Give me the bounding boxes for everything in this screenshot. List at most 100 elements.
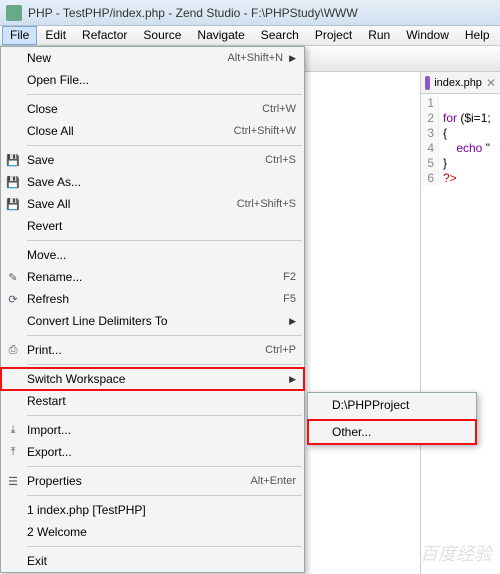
menu-item-label: Export... (27, 445, 296, 459)
window-title: PHP - TestPHP/index.php - Zend Studio - … (28, 6, 358, 20)
menu-item[interactable]: Revert (1, 215, 304, 237)
menu-navigate[interactable]: Navigate (189, 26, 252, 45)
menu-item-label: Revert (27, 219, 296, 233)
menu-item-shortcut: Ctrl+W (262, 103, 296, 115)
code-text: ?> (439, 171, 457, 186)
menu-item[interactable]: ☰ PropertiesAlt+Enter (1, 470, 304, 492)
menu-item-label: Save (27, 153, 265, 167)
menu-item-icon: ☰ (5, 473, 21, 489)
file-menu-dropdown: NewAlt+Shift+N▶Open File...CloseCtrl+WCl… (0, 46, 305, 573)
close-tab-icon[interactable]: ✕ (486, 76, 496, 90)
code-text: } (439, 156, 447, 171)
menu-item[interactable]: Exit (1, 550, 304, 572)
menu-item-icon: 💾 (5, 196, 21, 212)
menu-item-shortcut: Ctrl+S (265, 154, 296, 166)
menu-window[interactable]: Window (398, 26, 457, 45)
menu-item-label: Move... (27, 248, 296, 262)
php-file-icon (425, 76, 430, 90)
menu-separator (27, 546, 302, 547)
menu-item-icon: ⤓ (5, 422, 21, 438)
submenu-item[interactable]: Other... (308, 420, 476, 444)
menubar: FileEditRefactorSourceNavigateSearchProj… (0, 26, 500, 46)
submenu-item[interactable]: D:\PHPProject (308, 393, 476, 417)
menu-item-shortcut: F2 (283, 271, 296, 283)
code-text: { (439, 126, 447, 141)
menu-separator (27, 335, 302, 336)
menu-item[interactable]: 💾 SaveCtrl+S (1, 149, 304, 171)
menu-item-label: Close All (27, 124, 234, 138)
line-number: 1 (421, 96, 439, 111)
menu-item[interactable]: Open File... (1, 69, 304, 91)
menu-run[interactable]: Run (360, 26, 398, 45)
menu-item[interactable]: ✎Rename...F2 (1, 266, 304, 288)
menu-help[interactable]: Help (457, 26, 498, 45)
menu-item[interactable]: Convert Line Delimiters To▶ (1, 310, 304, 332)
menu-separator (27, 94, 302, 95)
menu-item-label: Refresh (27, 292, 283, 306)
menu-item-label: Import... (27, 423, 296, 437)
menu-source[interactable]: Source (135, 26, 189, 45)
menu-file[interactable]: File (2, 26, 37, 45)
menu-item-label: Save All (27, 197, 237, 211)
menu-separator (27, 145, 302, 146)
menu-item[interactable]: ⟳ RefreshF5 (1, 288, 304, 310)
submenu-arrow-icon: ▶ (289, 316, 296, 327)
menu-item[interactable]: ⤓ Import... (1, 419, 304, 441)
menu-separator (27, 240, 302, 241)
menu-item[interactable]: ⤒Export... (1, 441, 304, 463)
editor-panel: index.php ✕ 12for ($i=1;3{4 echo "5}6?> (420, 72, 500, 574)
menu-item[interactable]: 💾Save AllCtrl+Shift+S (1, 193, 304, 215)
code-area[interactable]: 12for ($i=1;3{4 echo "5}6?> (421, 94, 500, 188)
menu-search[interactable]: Search (253, 26, 307, 45)
menu-item-label: Properties (27, 474, 250, 488)
menu-item[interactable]: 1 index.php [TestPHP] (1, 499, 304, 521)
menu-refactor[interactable]: Refactor (74, 26, 135, 45)
menu-edit[interactable]: Edit (37, 26, 74, 45)
menu-separator (27, 466, 302, 467)
menu-item-shortcut: Alt+Shift+N (227, 52, 283, 64)
menu-item-shortcut: Alt+Enter (250, 475, 296, 487)
menu-item-icon: ⟳ (5, 291, 21, 307)
menu-item-shortcut: Ctrl+Shift+W (234, 125, 296, 137)
menu-item-label: Switch Workspace (27, 372, 283, 386)
menu-item-label: Print... (27, 343, 265, 357)
menu-separator (27, 364, 302, 365)
line-number: 6 (421, 171, 439, 186)
code-line: 2for ($i=1; (421, 111, 500, 126)
menu-item[interactable]: Move... (1, 244, 304, 266)
menu-project[interactable]: Project (307, 26, 360, 45)
menu-item[interactable]: Close AllCtrl+Shift+W (1, 120, 304, 142)
app-icon (6, 5, 22, 21)
line-number: 5 (421, 156, 439, 171)
line-number: 4 (421, 141, 439, 156)
menu-separator (27, 495, 302, 496)
menu-item-label: New (27, 51, 227, 65)
menu-item[interactable]: CloseCtrl+W (1, 98, 304, 120)
menu-separator (27, 415, 302, 416)
submenu-arrow-icon: ▶ (289, 53, 296, 64)
submenu-arrow-icon: ▶ (289, 374, 296, 385)
code-line: 6?> (421, 171, 500, 186)
code-text (439, 96, 443, 111)
code-text: echo " (439, 141, 490, 156)
menu-item-icon: 💾 (5, 174, 21, 190)
editor-tab-label[interactable]: index.php (434, 77, 482, 89)
line-number: 3 (421, 126, 439, 141)
menu-item[interactable]: ⎙Print...Ctrl+P (1, 339, 304, 361)
menu-item-label: Open File... (27, 73, 296, 87)
menu-item[interactable]: Switch Workspace ▶ (1, 368, 304, 390)
menu-item-icon: 💾 (5, 152, 21, 168)
code-text: for ($i=1; (439, 111, 491, 126)
menu-item-label: Save As... (27, 175, 296, 189)
menu-item[interactable]: Restart (1, 390, 304, 412)
menu-item-shortcut: Ctrl+P (265, 344, 296, 356)
menu-item-label: 2 Welcome (27, 525, 296, 539)
menu-item[interactable]: 💾 Save As... (1, 171, 304, 193)
switch-workspace-submenu: D:\PHPProject Other... (307, 392, 477, 445)
code-line: 4 echo " (421, 141, 500, 156)
menu-item-shortcut: F5 (283, 293, 296, 305)
menu-item-label: Rename... (27, 270, 283, 284)
menu-item[interactable]: NewAlt+Shift+N ▶ (1, 47, 304, 69)
menu-item-label: Close (27, 102, 262, 116)
menu-item[interactable]: 2 Welcome (1, 521, 304, 543)
